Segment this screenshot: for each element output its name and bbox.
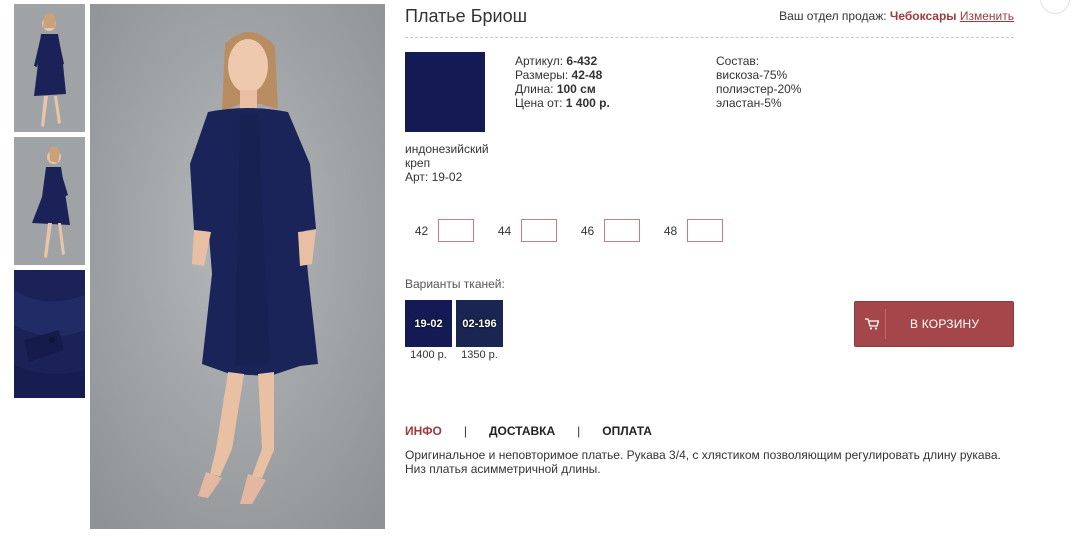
size-label: 46 [580,223,595,238]
variant-swatch[interactable]: 19-02 [405,300,452,347]
fabric-name: индонезийский креп [405,142,489,170]
size-48: 48 [654,219,723,242]
scroll-top-button[interactable] [1040,0,1070,14]
size-42-quantity-input[interactable] [438,219,474,242]
variant-price: 1350 р. [461,349,498,361]
fabric-variants-title: Варианты тканей: [405,277,505,291]
size-label: 44 [497,223,512,238]
composition-item: эластан-5% [716,96,782,110]
cart-button-label: В КОРЗИНУ [910,317,980,331]
thumbnail-gallery [14,4,86,403]
composition-item: вискоза-75% [716,68,788,82]
fabric-article: Арт: 19-02 [405,170,463,184]
fabric-caption: индонезийский креп Арт: 19-02 [405,142,505,184]
fabric-variant-19-02[interactable]: 19-02 1400 р. [405,300,452,361]
spec-sizes: Размеры: 42-48 [515,68,603,82]
thumbnail-sleeve-detail[interactable] [14,270,85,398]
fabric-composition: Состав: вискоза-75% полиэстер-20% эласта… [716,54,801,110]
size-quantity-row: 42 44 46 48 [405,219,737,242]
product-description: Оригинальное и неповторимое платье. Рука… [405,448,1001,476]
fabric-variants: 19-02 1400 р. 02-196 1350 р. [405,300,507,361]
cart-button-divider [885,309,886,339]
tab-delivery[interactable]: ДОСТАВКА [489,424,555,438]
sales-department-label: Ваш отдел продаж: [779,9,887,23]
size-label: 42 [414,223,429,238]
spec-price: Цена от: 1 400 р. [515,96,610,110]
change-department-link[interactable]: Изменить [960,9,1014,23]
add-to-cart-button[interactable]: В КОРЗИНУ [854,301,1014,347]
spec-length: Длина: 100 см [515,82,596,96]
variant-swatch[interactable]: 02-196 [456,300,503,347]
variant-code: 19-02 [414,317,443,330]
product-specs: Артикул: 6-432 Размеры: 42-48 Длина: 100… [515,54,610,110]
composition-item: полиэстер-20% [716,82,802,96]
fabric-variant-02-196[interactable]: 02-196 1350 р. [456,300,503,361]
size-label: 48 [663,223,678,238]
size-44-quantity-input[interactable] [521,219,557,242]
tab-separator: | [463,424,467,438]
cart-icon [855,318,885,330]
size-44: 44 [488,219,557,242]
tab-info[interactable]: ИНФО [405,424,442,438]
spec-article: Артикул: 6-432 [515,54,598,68]
size-42: 42 [405,219,474,242]
tab-payment[interactable]: ОПЛАТА [602,424,652,438]
size-46-quantity-input[interactable] [604,219,640,242]
product-title: Платье Бриош [405,6,528,26]
fabric-swatch [405,52,485,132]
variant-code: 02-196 [462,317,497,330]
tab-separator: | [577,424,581,438]
thumbnail-side[interactable] [14,137,85,265]
header-divider [405,37,1014,38]
variant-price: 1400 р. [410,349,447,361]
main-product-photo[interactable] [90,4,385,529]
sales-department-city: Чебоксары [889,9,957,23]
size-48-quantity-input[interactable] [687,219,723,242]
composition-title: Состав: [716,54,760,68]
info-tabs: ИНФО | ДОСТАВКА | ОПЛАТА [405,424,652,438]
size-46: 46 [571,219,640,242]
thumbnail-front[interactable] [14,4,85,132]
sales-department: Ваш отдел продаж: Чебоксары Изменить [779,9,1014,23]
